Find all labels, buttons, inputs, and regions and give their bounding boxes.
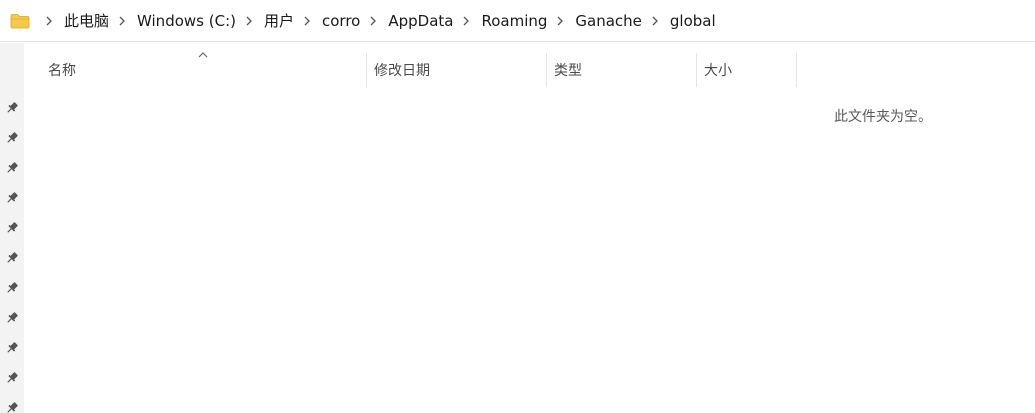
breadcrumb-item-this-pc[interactable]: 此电脑	[64, 11, 109, 31]
breadcrumb-item-corro[interactable]: corro	[322, 11, 360, 31]
chevron-right-icon[interactable]	[459, 14, 473, 28]
breadcrumb-item-global[interactable]: global	[670, 11, 716, 31]
pin-icon[interactable]	[5, 311, 19, 325]
column-header-row: 名称 修改日期 类型 大小	[24, 52, 1035, 87]
column-name[interactable]: 名称	[24, 53, 366, 87]
breadcrumb-item-roaming[interactable]: Roaming	[481, 11, 547, 31]
chevron-right-icon[interactable]	[648, 14, 662, 28]
pin-icon[interactable]	[5, 101, 19, 115]
pin-icon[interactable]	[5, 401, 19, 413]
pin-icon[interactable]	[5, 371, 19, 385]
empty-folder-message: 此文件夹为空。	[834, 109, 932, 125]
pin-icon[interactable]	[5, 341, 19, 355]
column-type[interactable]: 类型	[547, 53, 696, 87]
column-type-label: 类型	[554, 63, 582, 79]
breadcrumb-item-appdata[interactable]: AppData	[388, 11, 453, 31]
breadcrumb-item-ganache[interactable]: Ganache	[575, 11, 642, 31]
chevron-right-icon[interactable]	[42, 14, 56, 28]
pin-icon[interactable]	[5, 191, 19, 205]
pin-icon[interactable]	[5, 221, 19, 235]
column-modified-label: 修改日期	[374, 63, 430, 79]
chevron-right-icon[interactable]	[115, 14, 129, 28]
pin-icon[interactable]	[5, 161, 19, 175]
chevron-right-icon[interactable]	[366, 14, 380, 28]
navigation-pane-strip	[0, 43, 24, 413]
breadcrumb-item-drive-c[interactable]: Windows (C:)	[137, 11, 236, 31]
breadcrumb: 此电脑 Windows (C:) 用户 corro AppData Roamin…	[0, 0, 1035, 42]
pin-icon[interactable]	[5, 281, 19, 295]
chevron-right-icon[interactable]	[553, 14, 567, 28]
folder-icon[interactable]	[10, 13, 30, 29]
column-divider[interactable]	[796, 53, 797, 87]
pin-icon[interactable]	[5, 131, 19, 145]
breadcrumb-item-users[interactable]: 用户	[264, 11, 294, 31]
chevron-right-icon[interactable]	[300, 14, 314, 28]
column-size-label: 大小	[704, 63, 732, 79]
column-name-label: 名称	[48, 63, 76, 79]
chevron-right-icon[interactable]	[242, 14, 256, 28]
pin-icon[interactable]	[5, 251, 19, 265]
column-size[interactable]: 大小	[697, 53, 796, 87]
column-modified[interactable]: 修改日期	[367, 53, 546, 87]
file-explorer-window: 此电脑 Windows (C:) 用户 corro AppData Roamin…	[0, 0, 1035, 413]
